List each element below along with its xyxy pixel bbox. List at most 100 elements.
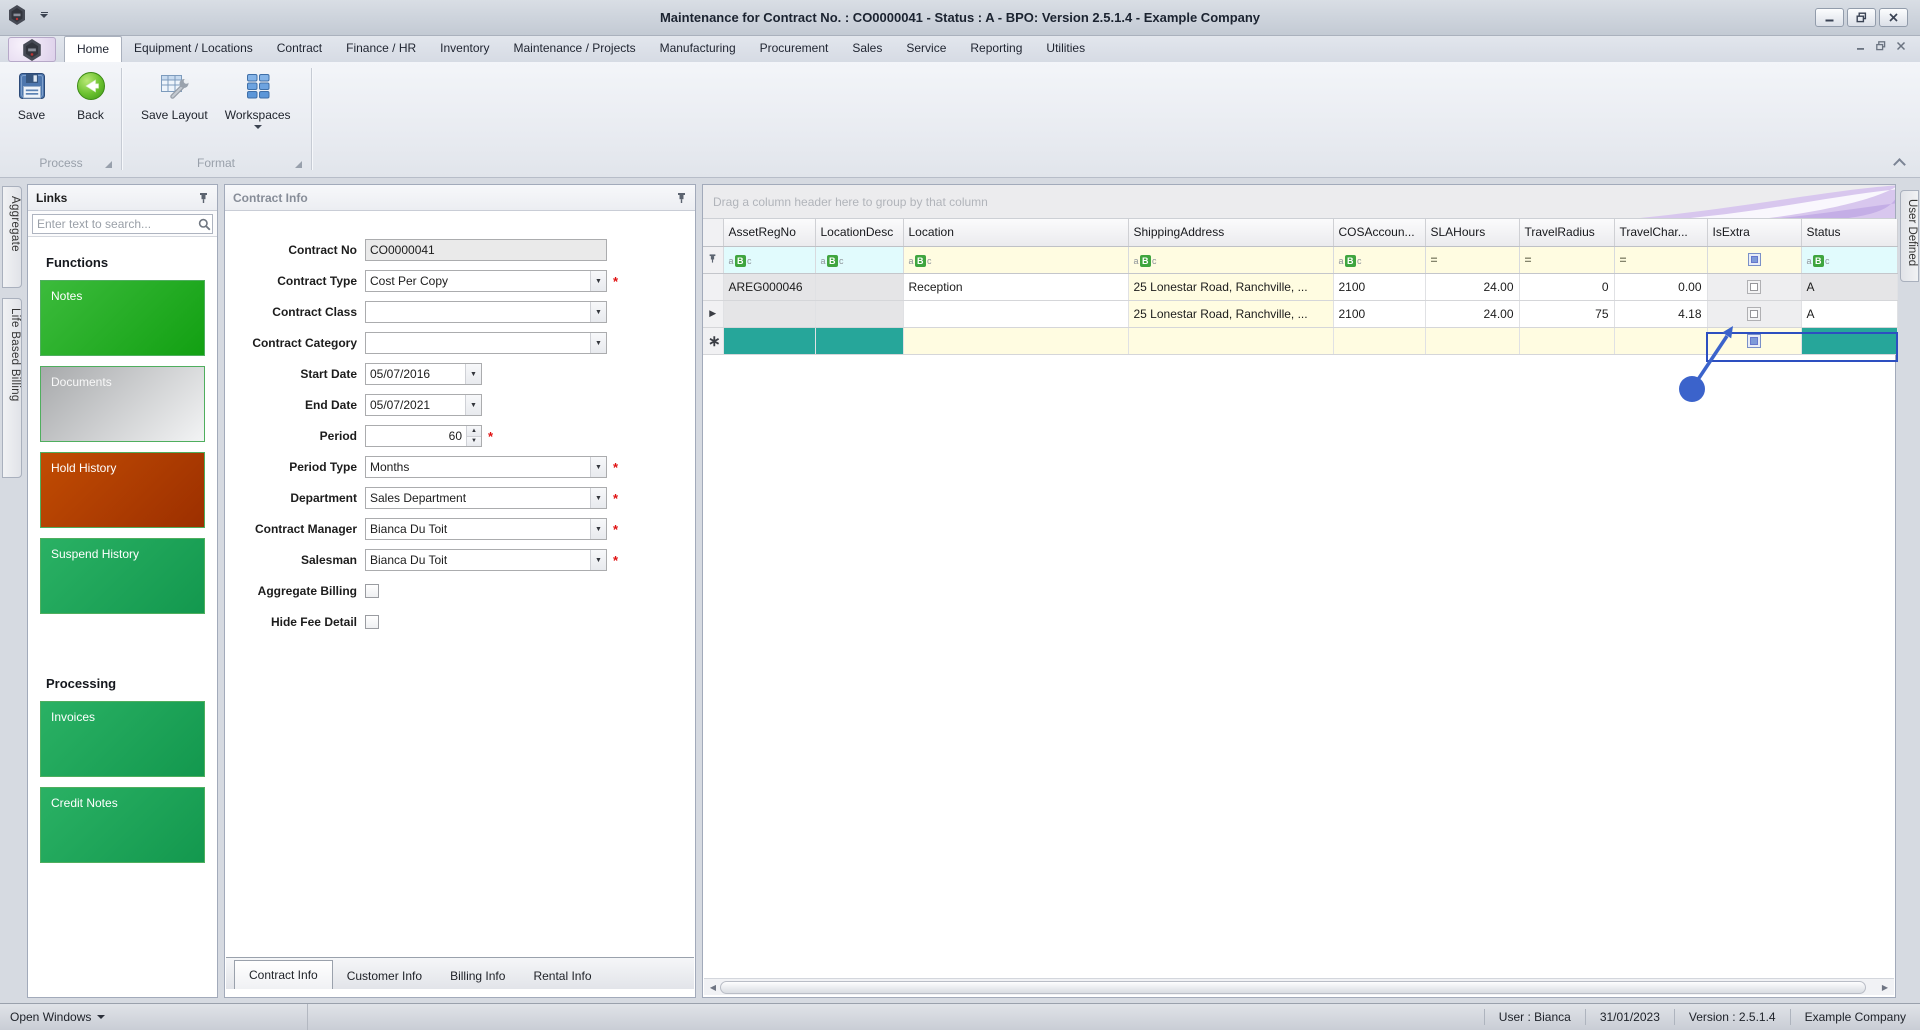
column-header-cosaccoun[interactable]: COSAccoun... xyxy=(1333,219,1425,246)
filter-cell-cosaccoun[interactable]: aBc xyxy=(1333,246,1425,273)
cell-slahours[interactable]: 24.00 xyxy=(1425,300,1519,327)
filter-cell-assetregno[interactable]: aBc xyxy=(723,246,815,273)
cell-shippingaddress[interactable] xyxy=(1128,327,1333,354)
column-header-location[interactable]: Location xyxy=(903,219,1128,246)
minimize-button[interactable] xyxy=(1815,8,1844,27)
form-tab-contract-info[interactable]: Contract Info xyxy=(234,960,333,989)
field-contract-type[interactable]: Cost Per Copy▼ xyxy=(365,270,607,292)
cell-slahours[interactable] xyxy=(1425,327,1519,354)
ribbon-tab-contract[interactable]: Contract xyxy=(265,36,334,62)
form-tab-billing-info[interactable]: Billing Info xyxy=(436,964,519,989)
field-end-date[interactable]: 05/07/2021▼ xyxy=(365,394,482,416)
cell-travelradius[interactable] xyxy=(1519,327,1614,354)
column-header-travelradius[interactable]: TravelRadius xyxy=(1519,219,1614,246)
filter-cell-shippingaddress[interactable]: aBc xyxy=(1128,246,1333,273)
dock-tab-aggregate[interactable]: Aggregate xyxy=(2,186,22,288)
form-tab-rental-info[interactable]: Rental Info xyxy=(519,964,605,989)
spin-up-icon[interactable]: ▲ xyxy=(467,426,481,436)
back-button[interactable]: Back xyxy=(61,70,120,122)
text-filter-icon[interactable]: aBc xyxy=(1134,255,1157,267)
checkbox-aggregate-billing[interactable] xyxy=(365,584,379,598)
close-button[interactable] xyxy=(1879,8,1908,27)
cell-status[interactable]: A xyxy=(1801,273,1897,300)
dialog-launcher-icon[interactable] xyxy=(295,161,302,168)
filter-cell-isextra[interactable] xyxy=(1707,246,1801,273)
link-button-invoices[interactable]: Invoices xyxy=(40,701,205,777)
equals-filter-icon[interactable]: = xyxy=(1431,253,1438,267)
combo-arrow-icon[interactable]: ▼ xyxy=(590,457,606,477)
cell-slahours[interactable]: 24.00 xyxy=(1425,273,1519,300)
cell-travelradius[interactable]: 75 xyxy=(1519,300,1614,327)
scrollbar-thumb[interactable] xyxy=(720,981,1866,994)
link-button-documents[interactable]: Documents xyxy=(40,366,205,442)
cell-shippingaddress[interactable]: 25 Lonestar Road, Ranchville, ... xyxy=(1128,273,1333,300)
checkbox-hide-fee-detail[interactable] xyxy=(365,615,379,629)
cell-status[interactable] xyxy=(1801,327,1897,354)
cell-assetregno[interactable] xyxy=(723,327,815,354)
form-tab-customer-info[interactable]: Customer Info xyxy=(333,964,436,989)
ribbon-tab-procurement[interactable]: Procurement xyxy=(748,36,841,62)
pin-icon[interactable] xyxy=(198,192,209,204)
cell-cosaccoun[interactable]: 2100 xyxy=(1333,300,1425,327)
cell-cosaccoun[interactable]: 2100 xyxy=(1333,273,1425,300)
equals-filter-icon[interactable]: = xyxy=(1620,253,1627,267)
filter-cell-travelchar[interactable]: = xyxy=(1614,246,1707,273)
filter-cell-slahours[interactable]: = xyxy=(1425,246,1519,273)
field-start-date[interactable]: 05/07/2016▼ xyxy=(365,363,482,385)
link-button-hold-history[interactable]: Hold History xyxy=(40,452,205,528)
cell-assetregno[interactable]: AREG000046 xyxy=(723,273,815,300)
filter-cell-travelradius[interactable]: = xyxy=(1519,246,1614,273)
cell-isextra[interactable] xyxy=(1707,327,1801,354)
spinner-icon[interactable]: ▲▼ xyxy=(466,426,481,446)
combo-arrow-icon[interactable]: ▼ xyxy=(590,550,606,570)
spin-down-icon[interactable]: ▼ xyxy=(467,436,481,447)
field-period[interactable]: 60▲▼ xyxy=(365,425,482,447)
text-filter-icon[interactable]: aBc xyxy=(821,255,844,267)
combo-arrow-icon[interactable]: ▼ xyxy=(590,333,606,353)
dock-tab-user-defined[interactable]: User Defined xyxy=(1900,190,1919,282)
equals-filter-icon[interactable]: = xyxy=(1525,253,1532,267)
ribbon-tab-reporting[interactable]: Reporting xyxy=(958,36,1034,62)
filter-cell-locationdesc[interactable]: aBc xyxy=(815,246,903,273)
ribbon-tab-utilities[interactable]: Utilities xyxy=(1034,36,1097,62)
field-contract-manager[interactable]: Bianca Du Toit▼ xyxy=(365,518,607,540)
ribbon-tab-home[interactable]: Home xyxy=(64,36,122,62)
mdi-minimize-icon[interactable] xyxy=(1856,41,1866,51)
cell-travelradius[interactable]: 0 xyxy=(1519,273,1614,300)
text-filter-icon[interactable]: aBc xyxy=(909,255,932,267)
cell-location[interactable] xyxy=(903,327,1128,354)
isextra-checkbox[interactable] xyxy=(1747,334,1761,348)
workspaces-button[interactable]: Workspaces xyxy=(227,70,289,129)
dock-tab-life-based-billing[interactable]: Life Based Billing xyxy=(2,298,22,478)
save-layout-button[interactable]: Save Layout xyxy=(143,70,205,122)
ribbon-tab-inventory[interactable]: Inventory xyxy=(428,36,501,62)
application-button[interactable] xyxy=(8,37,56,62)
field-contract-no[interactable]: CO0000041 xyxy=(365,239,607,261)
ribbon-tab-maintenance-projects[interactable]: Maintenance / Projects xyxy=(502,36,648,62)
column-header-slahours[interactable]: SLAHours xyxy=(1425,219,1519,246)
field-contract-class[interactable]: ▼ xyxy=(365,301,607,323)
column-header-locationdesc[interactable]: LocationDesc xyxy=(815,219,903,246)
pin-icon[interactable] xyxy=(676,192,687,204)
combo-arrow-icon[interactable]: ▼ xyxy=(590,302,606,322)
column-header-isextra[interactable]: IsExtra xyxy=(1707,219,1801,246)
search-icon[interactable] xyxy=(196,218,212,231)
filter-cell-status[interactable]: aBc xyxy=(1801,246,1897,273)
column-header-assetregno[interactable]: AssetRegNo xyxy=(723,219,815,246)
mdi-close-icon[interactable] xyxy=(1896,41,1906,51)
cell-travelchar[interactable]: 4.18 xyxy=(1614,300,1707,327)
cell-shippingaddress[interactable]: 25 Lonestar Road, Ranchville, ... xyxy=(1128,300,1333,327)
restore-button[interactable] xyxy=(1847,8,1876,27)
ribbon-tab-sales[interactable]: Sales xyxy=(840,36,894,62)
save-button[interactable]: Save xyxy=(2,70,61,122)
cell-status[interactable]: A xyxy=(1801,300,1897,327)
dialog-launcher-icon[interactable] xyxy=(105,161,112,168)
cell-location[interactable] xyxy=(903,300,1128,327)
scroll-right-icon[interactable]: ▶ xyxy=(1878,983,1892,992)
combo-arrow-icon[interactable]: ▼ xyxy=(590,488,606,508)
cell-locationdesc[interactable] xyxy=(815,327,903,354)
ribbon-tab-finance-hr[interactable]: Finance / HR xyxy=(334,36,428,62)
search-input[interactable] xyxy=(33,217,196,231)
cell-assetregno[interactable] xyxy=(723,300,815,327)
ribbon-tab-equipment-locations[interactable]: Equipment / Locations xyxy=(122,36,265,62)
